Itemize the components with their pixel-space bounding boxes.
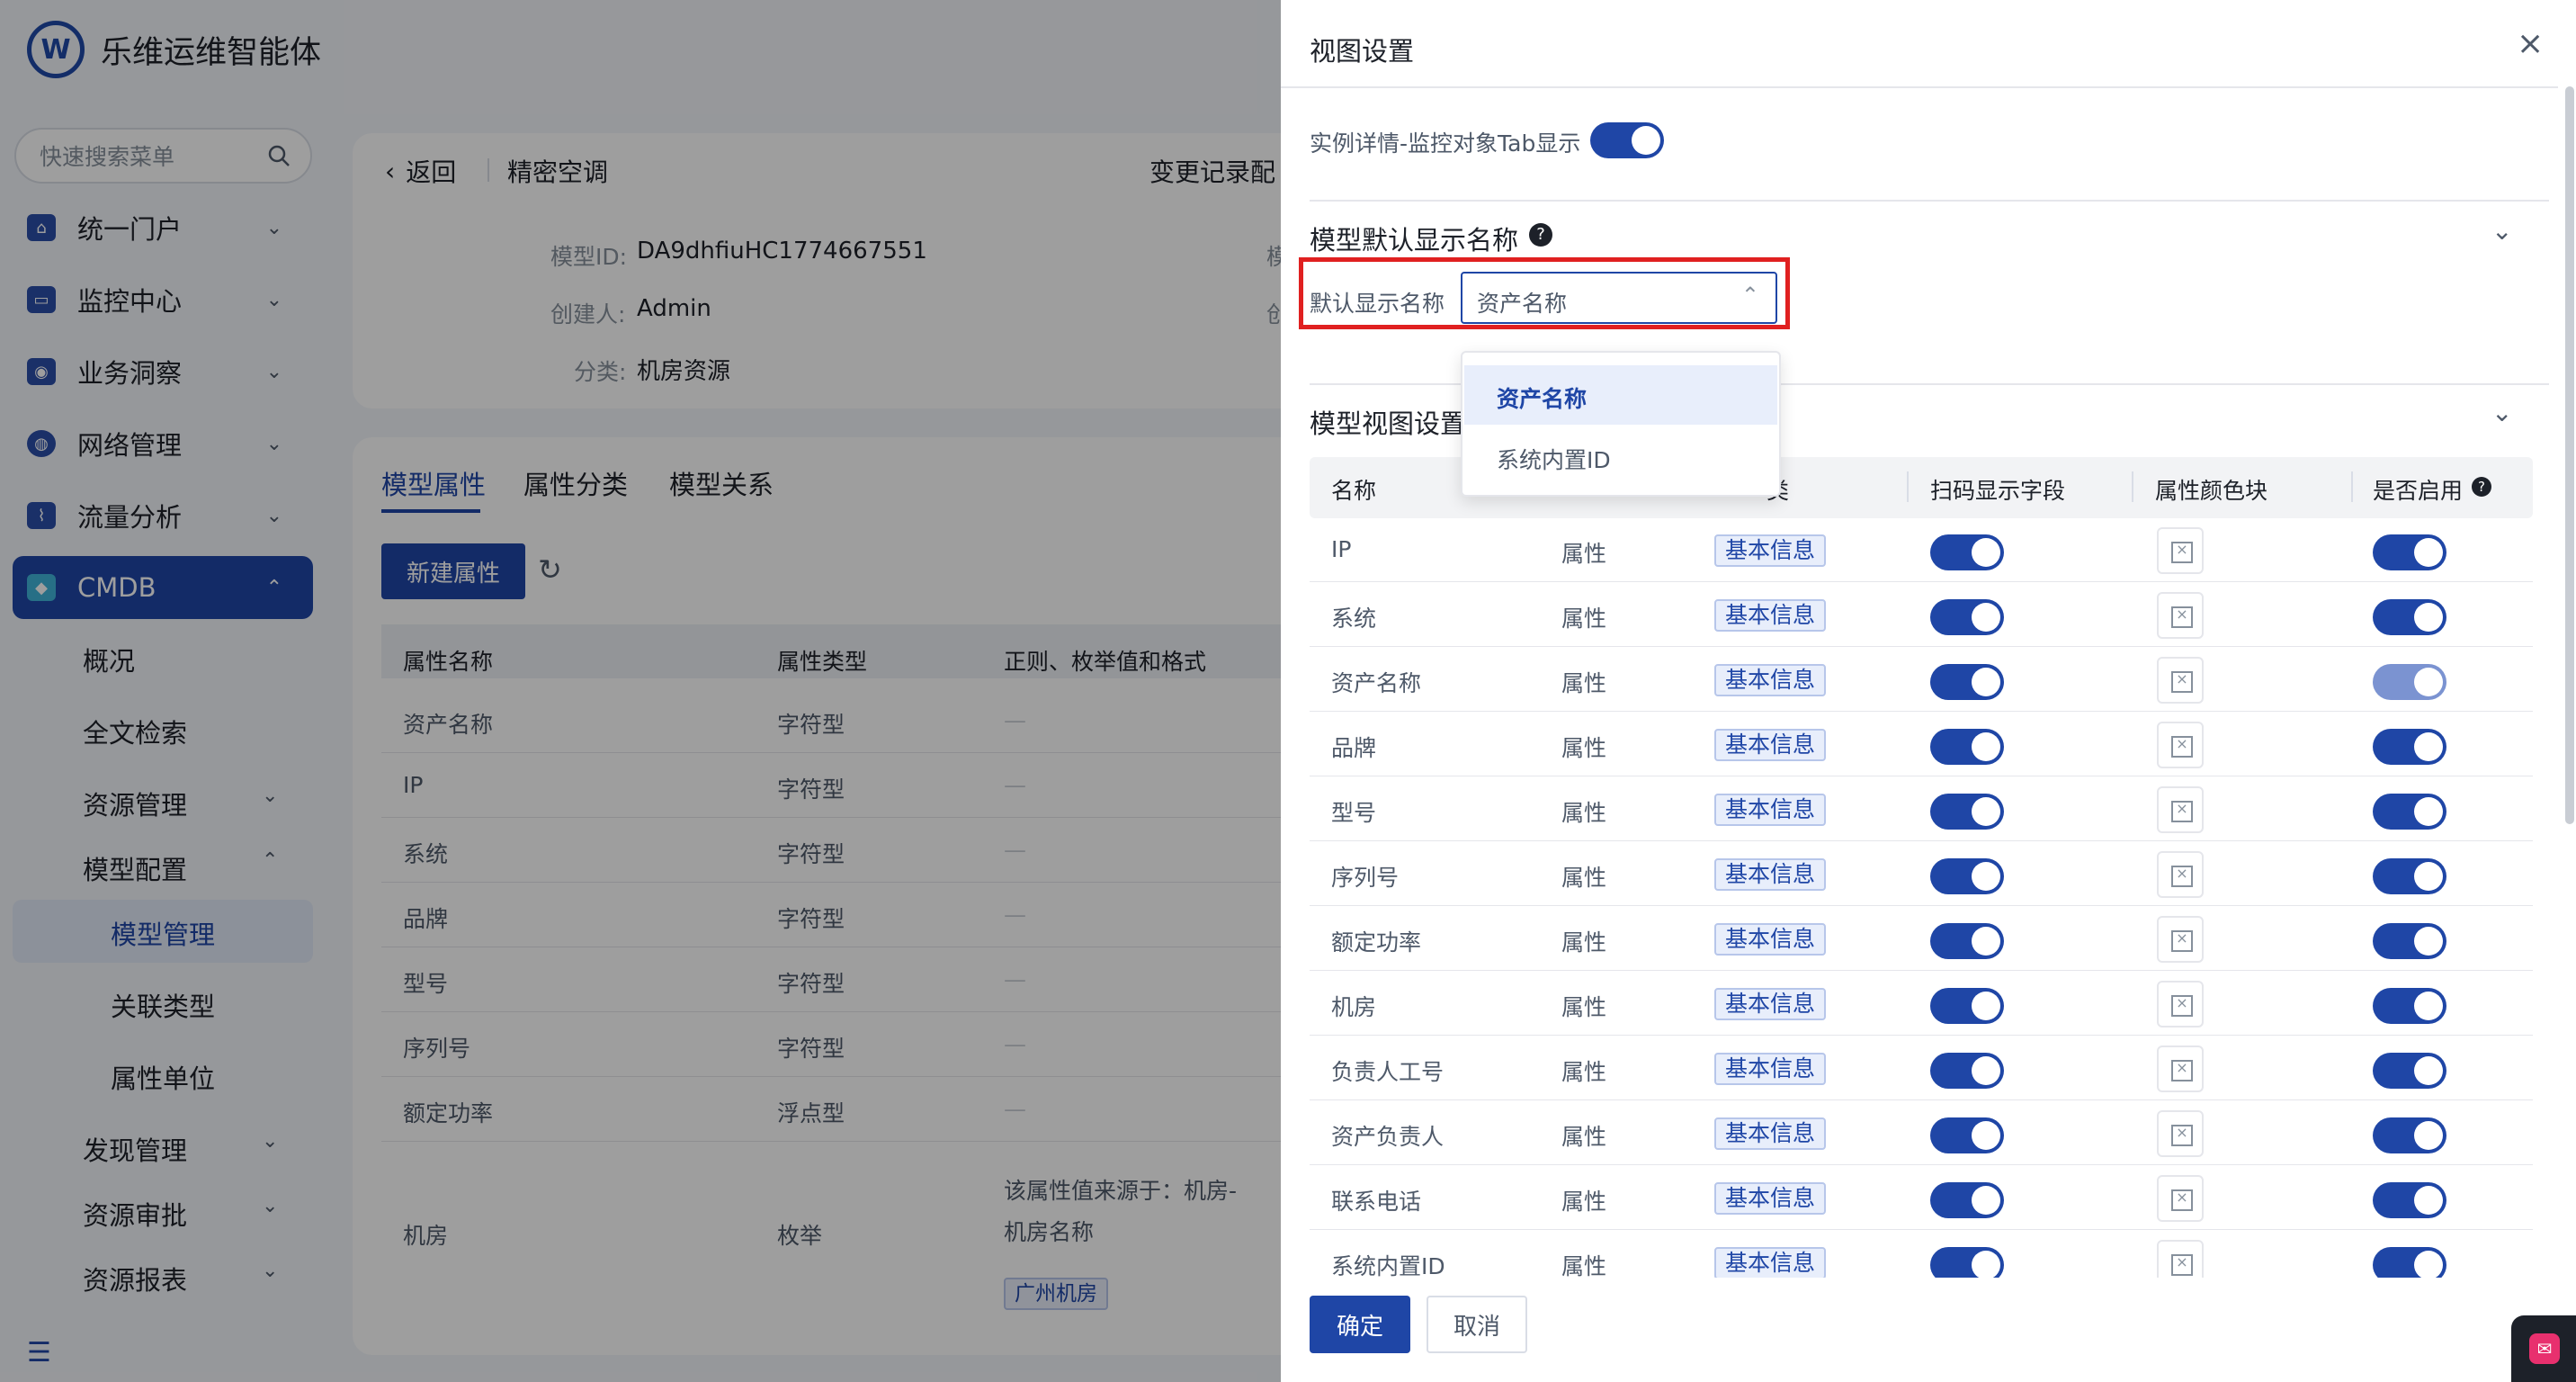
view-settings-drawer: 视图设置 × 实例详情-监控对象Tab显示 模型默认显示名称 ? ⌄ 默认显示名… [1281, 0, 2576, 1382]
scan-toggle[interactable] [1930, 1053, 2004, 1089]
app-root: W 乐维运维智能体 快速搜索菜单 ⌂ 统一门户 ⌄ ▭ 监控中心 ⌄ ◉ 业务洞察 ⌄ ◍ 网… [0, 0, 2576, 1382]
row-divider [1310, 1099, 2533, 1100]
scan-toggle[interactable] [1930, 923, 2004, 959]
row-kind: 属性 [1561, 1124, 1607, 1150]
confirm-button[interactable]: 确定 [1310, 1296, 1410, 1353]
row-name: 额定功率 [1331, 929, 1422, 956]
enabled-toggle[interactable] [2373, 1182, 2446, 1218]
enabled-toggle[interactable] [2373, 1053, 2446, 1089]
row-kind: 属性 [1561, 800, 1607, 826]
row-divider [1310, 1035, 2533, 1036]
row-name: 系统 [1331, 606, 1377, 632]
group-tag: 基本信息 [1714, 858, 1827, 891]
row-divider [1310, 970, 2533, 971]
row-kind: 属性 [1561, 929, 1607, 956]
scan-toggle[interactable] [1930, 794, 2004, 830]
color-block-picker[interactable] [2157, 1240, 2204, 1278]
row-divider [1310, 840, 2533, 841]
chat-widget[interactable]: ✉ [2511, 1315, 2576, 1382]
color-block-picker[interactable] [2157, 722, 2204, 768]
modal-overlay[interactable] [0, 0, 1281, 1382]
dropdown-option[interactable]: 系统内置ID [1497, 443, 1611, 475]
group-tag: 基本信息 [1714, 1117, 1827, 1150]
view-table-body: IP属性基本信息系统属性基本信息资产名称属性基本信息品牌属性基本信息型号属性基本… [1281, 0, 2558, 1278]
color-block-picker[interactable] [2157, 592, 2204, 639]
color-block-picker[interactable] [2157, 1045, 2204, 1092]
row-kind: 属性 [1561, 865, 1607, 891]
enabled-toggle[interactable] [2373, 988, 2446, 1024]
row-name: 资产名称 [1331, 670, 1422, 696]
row-divider [1310, 1229, 2533, 1230]
color-block-picker[interactable] [2157, 657, 2204, 704]
enabled-toggle[interactable] [2373, 1117, 2446, 1153]
enabled-toggle[interactable] [2373, 534, 2446, 570]
group-tag: 基本信息 [1714, 923, 1827, 956]
color-block-picker[interactable] [2157, 527, 2204, 574]
row-name: 联系电话 [1331, 1189, 1422, 1215]
row-kind: 属性 [1561, 735, 1607, 761]
row-name: 负责人工号 [1331, 1059, 1445, 1085]
group-tag: 基本信息 [1714, 1182, 1827, 1215]
color-block-picker[interactable] [2157, 981, 2204, 1028]
row-kind: 属性 [1561, 1253, 1607, 1278]
default-name-dropdown: 资产名称 系统内置ID [1461, 351, 1781, 497]
group-tag: 基本信息 [1714, 664, 1827, 696]
color-block-picker[interactable] [2157, 1175, 2204, 1222]
row-kind: 属性 [1561, 670, 1607, 696]
row-kind: 属性 [1561, 1059, 1607, 1085]
row-divider [1310, 646, 2533, 647]
group-tag: 基本信息 [1714, 794, 1827, 826]
scan-toggle[interactable] [1930, 1247, 2004, 1278]
row-kind: 属性 [1561, 541, 1607, 567]
row-divider [1310, 581, 2533, 582]
enabled-toggle[interactable] [2373, 1247, 2446, 1278]
row-name: 系统内置ID [1331, 1253, 1445, 1278]
group-tag: 基本信息 [1714, 599, 1827, 632]
row-name: IP [1331, 536, 1352, 562]
chat-icon: ✉ [2529, 1333, 2560, 1364]
row-divider [1310, 711, 2533, 712]
row-kind: 属性 [1561, 606, 1607, 632]
enabled-toggle[interactable] [2373, 599, 2446, 635]
group-tag: 基本信息 [1714, 1247, 1827, 1278]
group-tag: 基本信息 [1714, 729, 1827, 761]
enabled-toggle[interactable] [2373, 729, 2446, 765]
scan-toggle[interactable] [1930, 988, 2004, 1024]
scan-toggle[interactable] [1930, 664, 2004, 700]
row-divider [1310, 1164, 2533, 1165]
row-kind: 属性 [1561, 1189, 1607, 1215]
row-name: 序列号 [1331, 865, 1400, 891]
scan-toggle[interactable] [1930, 1117, 2004, 1153]
scan-toggle[interactable] [1930, 1182, 2004, 1218]
group-tag: 基本信息 [1714, 534, 1827, 567]
color-block-picker[interactable] [2157, 851, 2204, 898]
color-block-picker[interactable] [2157, 1110, 2204, 1157]
group-tag: 基本信息 [1714, 988, 1827, 1020]
enabled-toggle[interactable] [2373, 794, 2446, 830]
scrollbar-thumb[interactable] [2565, 86, 2574, 824]
row-divider [1310, 905, 2533, 906]
cancel-button[interactable]: 取消 [1427, 1296, 1527, 1353]
scan-toggle[interactable] [1930, 534, 2004, 570]
dropdown-option[interactable]: 资产名称 [1497, 381, 1587, 414]
row-name: 品牌 [1331, 735, 1377, 761]
enabled-toggle[interactable] [2373, 664, 2446, 700]
color-block-picker[interactable] [2157, 916, 2204, 963]
row-kind: 属性 [1561, 994, 1607, 1020]
row-name: 型号 [1331, 800, 1377, 826]
row-name: 资产负责人 [1331, 1124, 1445, 1150]
scan-toggle[interactable] [1930, 729, 2004, 765]
row-name: 机房 [1331, 994, 1377, 1020]
enabled-toggle[interactable] [2373, 858, 2446, 894]
enabled-toggle[interactable] [2373, 923, 2446, 959]
group-tag: 基本信息 [1714, 1053, 1827, 1085]
color-block-picker[interactable] [2157, 786, 2204, 833]
scan-toggle[interactable] [1930, 858, 2004, 894]
scan-toggle[interactable] [1930, 599, 2004, 635]
